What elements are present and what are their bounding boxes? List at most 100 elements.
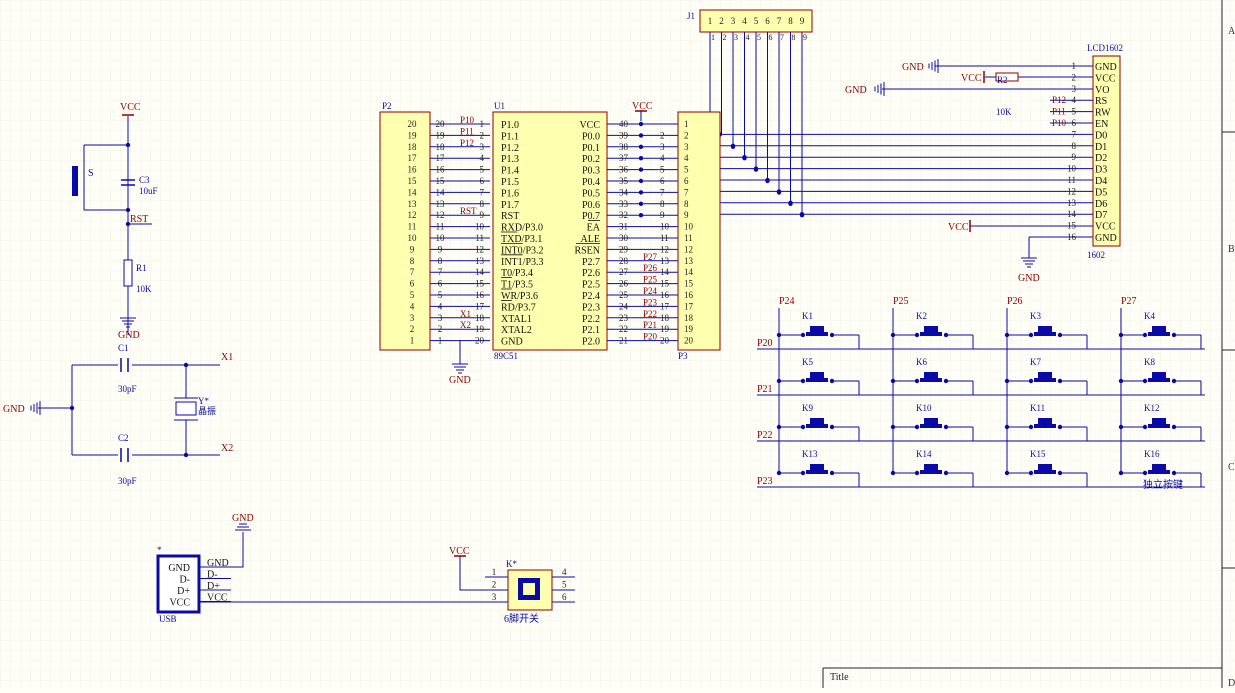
u1-p3-side-number: 15 [660,279,670,289]
u1-pin-name-right: P2.3 [582,302,600,313]
keypad-key-junction [776,332,782,338]
keypad-key-base [1034,424,1056,428]
usb-pin-name: D+ [177,586,190,597]
j1-pin-number: 1 [708,16,713,26]
switch6-label: 6脚开关 [504,612,539,625]
gnd-label-reset: GND [118,330,140,341]
keypad-key-terminal [829,424,835,430]
u1-pin-number-right: 33 [619,199,629,209]
keypad-key-label: K14 [916,449,932,459]
keypad-key-terminal [800,424,806,430]
p2-pin-number: 15 [408,176,418,186]
u1-net-label-right: P24 [643,286,658,296]
u1-p3-side-number: 18 [660,313,670,323]
keypad-key-junction [1004,470,1010,476]
u1-net-label-left: P12 [460,138,474,148]
u1-pin-name-left: P1.7 [501,200,519,211]
keypad-key-terminal [1057,470,1063,476]
keypad-key-terminal [1028,470,1034,476]
keypad-key-terminal [1057,424,1063,430]
r1-designator: R1 [136,263,147,273]
switch6-right-pin-number: 6 [562,592,567,602]
keypad-key-cap [1152,326,1166,332]
p2-pin-number: 11 [408,222,417,232]
u1-pin-number-right: 28 [619,256,629,266]
lcd-pin-name: D6 [1095,199,1107,210]
keypad-key-junction [1118,332,1124,338]
u1-pin-number-left: 19 [475,324,485,334]
keypad-key-terminal [1057,378,1063,384]
keypad-key-terminal [1171,470,1177,476]
zone-letter-c: C [1228,462,1235,473]
vcc-label-u1: VCC [632,101,653,112]
u1-pin-name-left: P1.3 [501,154,519,165]
u1-outer-pin-number: 10 [436,233,446,243]
u1-outer-pin-number: 17 [436,153,446,163]
u1-net-label-left: P11 [460,126,474,136]
u1-pin-number-left: 13 [475,256,485,266]
lcd-pin-name: D0 [1095,130,1107,141]
rst-net-label: RST [130,214,148,225]
keypad-key-terminal [800,378,806,384]
keypad-key-base [1034,378,1056,382]
u1-outer-pin-number: 1 [438,336,443,346]
switch6-right-pin-number: 5 [562,580,567,590]
lcd-net-label: P11 [1052,107,1066,117]
title-block-label: Title [830,672,849,683]
u1-net-label-left: X2 [460,320,471,330]
vcc-label-lcd-2: VCC [961,73,982,84]
p3-pin-number: 9 [684,210,689,220]
u1-outer-pin-number: 7 [438,267,443,277]
p3-pin-number: 14 [684,267,694,277]
keypad-key-base [806,470,828,474]
zone-letter-a: A [1228,26,1235,37]
u1-pin-name-right: P2.1 [582,325,600,336]
u1-pin-name-left: P1.2 [501,143,519,154]
u1-pin-number-right: 39 [619,130,629,140]
keypad-key-terminal [1142,424,1148,430]
keypad-key-label: K15 [1030,449,1046,459]
j1-pin-number-outer: 8 [792,33,796,42]
u1-junction [638,144,644,149]
u1-outer-pin-number: 6 [438,279,443,289]
lcd-pin-name: D5 [1095,187,1107,198]
u1-pin-number-left: 2 [480,130,485,140]
keypad-row-label: P21 [757,384,773,395]
x2-net-label: X2 [221,443,233,454]
u1-pin-name-right: P2.6 [582,268,600,279]
keypad-key-terminal [1171,424,1177,430]
schematic-canvas: A B C D Title 20191817161514131211109876… [0,0,1235,689]
usb-pin-label: GND [207,558,229,569]
lcd-pin-number: 13 [1067,198,1077,208]
u1-pin-name-right: P0.6 [582,200,600,211]
u1-pin-number-right: 34 [619,187,629,197]
p2-pin-number: 6 [410,279,415,289]
keypad-key-label: K3 [1030,311,1041,321]
crystal-body [175,401,197,416]
switch6-button-inner [523,583,535,595]
p3-pin-number: 1 [684,119,689,129]
keypad-key-junction [1004,378,1010,384]
vcc-label-lcd-15: VCC [948,222,969,233]
j1-designator: J1 [687,11,695,21]
vcc-label-reset: VCC [120,102,141,113]
u1-net-label-right: P27 [643,252,658,262]
keypad-key-terminal [943,424,949,430]
keypad-key-terminal [943,332,949,338]
p2-pin-number: 17 [408,153,418,163]
keypad-row-label: P22 [757,430,773,441]
u1-junction [638,167,644,172]
u1-outer-pin-number: 2 [438,324,443,334]
u1-pin-number-left: 14 [475,267,485,277]
j1-pin-number: 8 [788,16,793,26]
u1-junction [638,121,644,127]
u1-net-label-right: P23 [643,297,658,307]
u1-pin-name-left: RD/P3.7 [501,302,536,313]
x1-net-label: X1 [221,352,233,363]
u1-p3-side-number: 17 [660,301,670,311]
keypad-key-terminal [914,424,920,430]
keypad-key-base [920,470,942,474]
lcd-data-junction [730,143,736,148]
lcd-pin-name: VCC [1095,222,1116,233]
lcd-net-label: P10 [1052,118,1067,128]
